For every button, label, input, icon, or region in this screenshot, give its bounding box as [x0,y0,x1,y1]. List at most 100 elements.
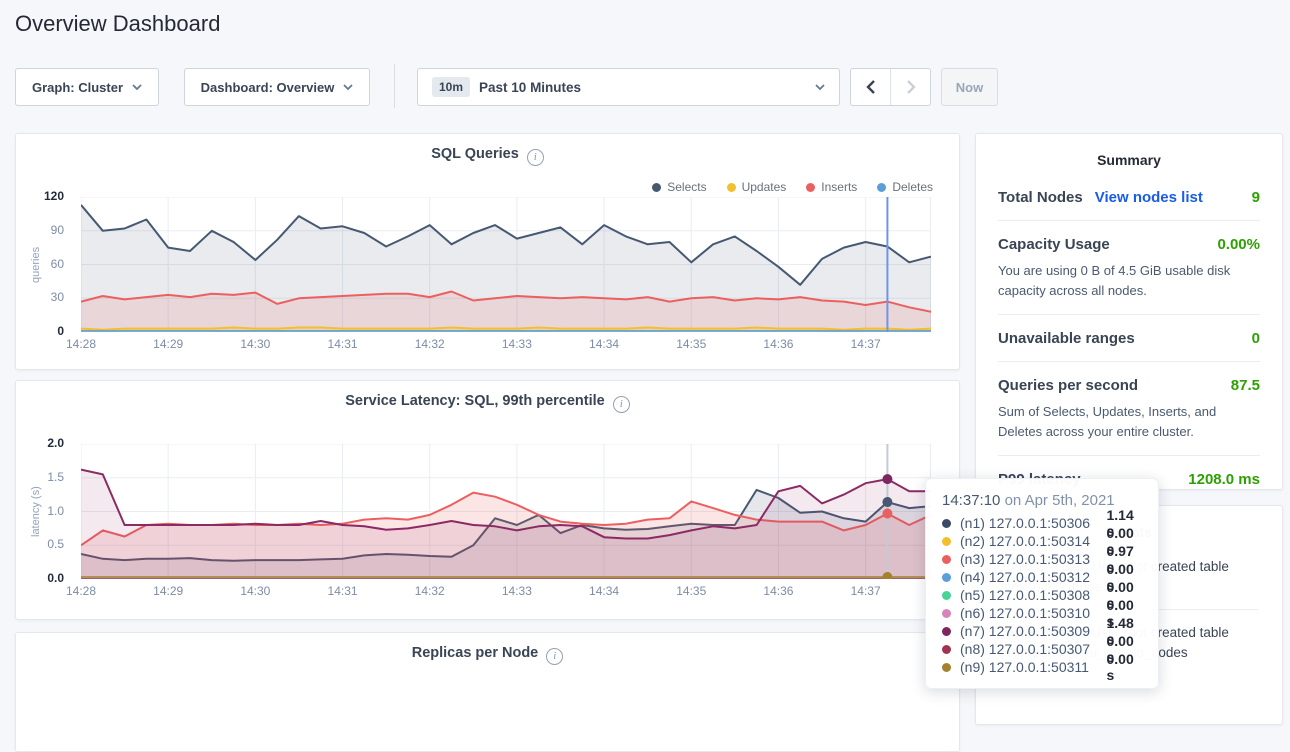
graph-dropdown[interactable]: Graph: Cluster [15,68,159,106]
node-address: (n6) 127.0.0.1:50310 [960,605,1106,621]
summary-row-label: Total Nodes [998,189,1083,206]
summary-title: Summary [976,134,1282,168]
hover-dot [882,474,892,484]
chevron-left-icon [866,80,876,94]
y-axis-ticks: 0.00.51.01.52.0 [16,444,72,579]
chart-canvas [81,197,931,332]
view-nodes-list-link[interactable]: View nodes list [1095,189,1203,206]
graph-dropdown-label: Graph: Cluster [32,80,123,95]
summary-row: Unavailable ranges 0 [998,315,1260,362]
sql-queries-plot[interactable] [81,197,931,332]
x-tick-label: 14:30 [240,584,270,598]
tooltip-rows: (n1) 127.0.0.1:503061.14 s(n2) 127.0.0.1… [942,514,1144,676]
node-address: (n5) 127.0.0.1:50308 [960,587,1106,603]
y-tick-label: 1.5 [47,470,64,484]
tooltip-date: on Apr 5th, 2021 [1005,492,1115,509]
node-address: (n1) 127.0.0.1:50306 [960,515,1106,531]
legend-label: Selects [667,180,706,194]
time-next-button[interactable] [890,69,930,105]
legend-label: Deletes [892,180,933,194]
legend-dot [877,183,886,192]
service-latency-chart-card: Service Latency: SQL, 99th percentilei l… [15,380,960,620]
summary-row-description: Sum of Selects, Updates, Inserts, and De… [998,402,1260,441]
y-tick-label: 0.5 [47,537,64,551]
node-address: (n9) 127.0.0.1:50311 [960,659,1106,675]
chart-title: Replicas per Node [412,645,539,661]
legend-item-inserts[interactable]: Inserts [806,180,857,194]
legend-dot [806,183,815,192]
page-title: Overview Dashboard [15,11,220,37]
summary-row-label: Capacity Usage [998,236,1110,253]
now-button-label: Now [956,80,983,95]
chart-hover-tooltip: 14:37:10 on Apr 5th, 2021 (n1) 127.0.0.1… [925,478,1159,689]
node-color-dot [942,663,951,672]
summary-row-description: You are using 0 B of 4.5 GiB usable disk… [998,261,1260,300]
legend-item-deletes[interactable]: Deletes [877,180,933,194]
toolbar-divider [394,64,395,108]
legend-label: Updates [742,180,787,194]
y-tick-label: 120 [44,189,64,203]
legend-dot [727,183,736,192]
node-color-dot [942,519,951,528]
x-tick-label: 14:35 [676,337,706,351]
info-icon[interactable]: i [613,396,630,413]
dashboard-dropdown[interactable]: Dashboard: Overview [184,68,370,106]
x-axis-ticks: 14:2814:2914:3014:3114:3214:3314:3414:35… [81,584,931,600]
overview-dashboard-page: { "page": {"title": "Overview Dashboard"… [0,0,1290,689]
x-tick-label: 14:34 [589,584,619,598]
service-latency-plot[interactable] [81,444,931,579]
y-axis-ticks: 0306090120 [16,197,72,332]
summary-rows: Total NodesView nodes list9Capacity Usag… [976,168,1282,502]
dashboard-dropdown-label: Dashboard: Overview [201,80,335,95]
node-color-dot [942,627,951,636]
time-range-label: Past 10 Minutes [479,80,581,95]
x-tick-label: 14:29 [153,337,183,351]
chevron-right-icon [906,80,916,94]
node-color-dot [942,537,951,546]
x-tick-label: 14:36 [763,337,793,351]
y-tick-label: 2.0 [47,436,64,450]
x-tick-label: 14:29 [153,584,183,598]
sql-queries-title-row: SQL Queriesi [16,146,959,166]
y-tick-label: 0 [57,324,64,338]
legend-item-updates[interactable]: Updates [727,180,787,194]
x-tick-label: 14:32 [415,584,445,598]
x-tick-label: 14:37 [851,337,881,351]
replicas-per-node-chart-card: Replicas per Node i [15,632,960,752]
info-icon[interactable]: i [546,648,563,665]
time-range-dropdown[interactable]: 10m Past 10 Minutes [417,68,840,106]
legend-dot [652,183,661,192]
y-tick-label: 0.0 [47,571,64,585]
series-line [81,328,931,330]
node-color-dot [942,591,951,600]
chart-legend: Selects Updates Inserts Deletes [652,180,933,194]
hover-dot [882,509,892,519]
legend-label: Inserts [821,180,857,194]
summary-row: Total NodesView nodes list9 [998,174,1260,221]
node-address: (n7) 127.0.0.1:50309 [960,623,1106,639]
summary-row-value: 0.00% [1217,236,1260,253]
tooltip-time: 14:37:10 [942,492,1000,509]
summary-row-label: Unavailable ranges [998,330,1135,347]
y-tick-label: 60 [51,257,64,271]
chevron-down-icon [132,84,142,90]
node-color-dot [942,609,951,618]
x-tick-label: 14:32 [415,337,445,351]
info-icon[interactable]: i [527,149,544,166]
summary-row-value: 1208.0 ms [1188,471,1260,488]
node-address: (n8) 127.0.0.1:50307 [960,641,1106,657]
summary-row-value: 0 [1252,330,1260,347]
time-prev-button[interactable] [851,69,890,105]
now-button[interactable]: Now [941,68,998,106]
x-tick-label: 14:37 [851,584,881,598]
legend-item-selects[interactable]: Selects [652,180,706,194]
y-tick-label: 90 [51,223,64,237]
x-tick-label: 14:28 [66,584,96,598]
hover-dot [882,497,892,507]
x-tick-label: 14:33 [502,337,532,351]
node-latency-value: 0.00 s [1106,651,1144,683]
node-address: (n3) 127.0.0.1:50313 [960,551,1106,567]
replicas-title-row: Replicas per Node i [16,645,959,665]
chevron-down-icon [815,84,825,90]
y-tick-label: 1.0 [47,504,64,518]
